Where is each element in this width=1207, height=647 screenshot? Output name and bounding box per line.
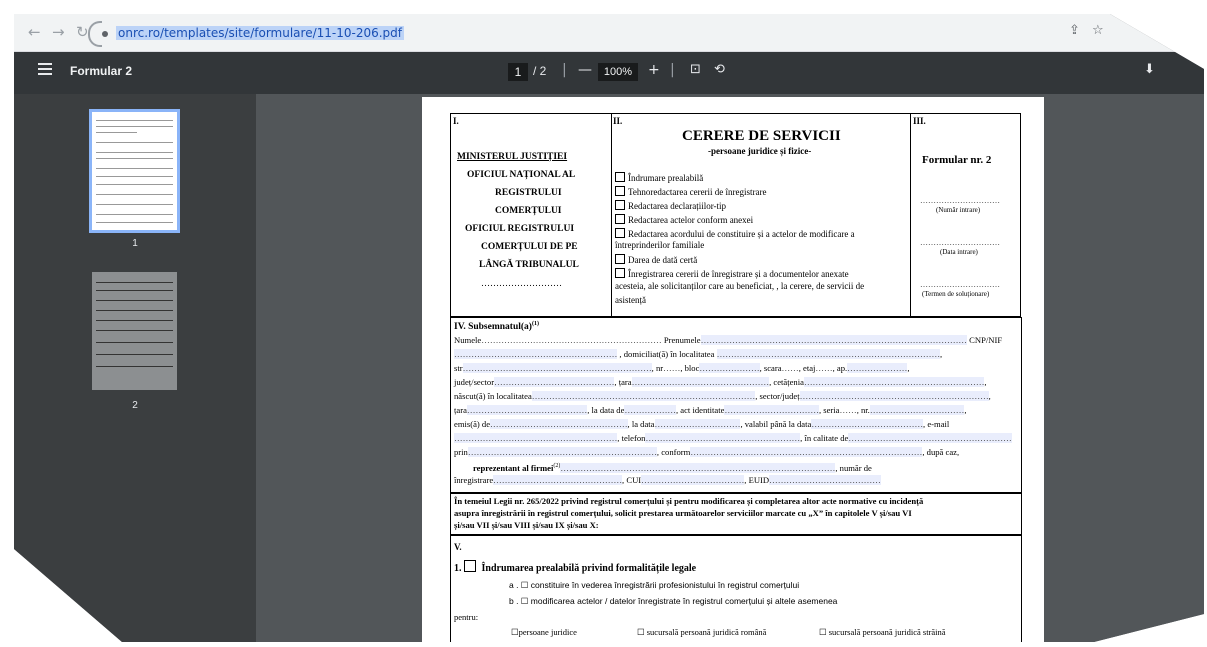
site-info-icon[interactable]	[102, 30, 108, 37]
checkbox-icon[interactable]	[615, 172, 625, 182]
item-1b[interactable]: b . ☐ modificarea actelor / datelor înre…	[509, 596, 837, 607]
zoom-in-button[interactable]: +	[648, 62, 660, 78]
service-item-7-cont2: asistență	[615, 295, 646, 305]
for-label: pentru:	[454, 612, 479, 622]
pdf-toolbar: Formular 2 1 / 2 | — 100% + | ⊡ ⟲ ⬇	[14, 52, 1204, 94]
url-text: onrc.ro/templates/site/formulare/11-10-2…	[116, 26, 405, 40]
bookmark-star-icon[interactable]: ☆	[1092, 23, 1104, 38]
person-line-10: reprezentant al firmei(2)…………………………………………	[473, 462, 872, 473]
person-line-1: Numele……………………………………………………… Prenumele…………	[454, 335, 1003, 345]
person-line-8: …………………………………………………, telefon…………………………………	[454, 433, 1012, 443]
service-item-7: Înregistrarea cererii de înregistrare și…	[628, 269, 849, 279]
download-icon[interactable]: ⬇	[1144, 62, 1155, 77]
office-line-6: LÂNGĂ TRIBUNALUL	[479, 260, 579, 270]
section-v-box: V. 1. Îndrumarea prealabilă privind form…	[450, 535, 1022, 642]
legal-basis-box: În temeiul Legii nr. 265/2022 privind re…	[450, 493, 1022, 535]
entry-date-label: (Data intrare)	[940, 248, 978, 256]
office-line-1: OFICIUL NAȚIONAL AL	[467, 170, 576, 180]
office-line-5: COMERȚULUI DE PE	[481, 242, 578, 252]
legal-text-line-1: În temeiul Legii nr. 265/2022 privind re…	[454, 496, 924, 506]
checkbox-icon[interactable]	[615, 254, 625, 264]
share-icon[interactable]: ⇪	[1069, 23, 1080, 38]
person-line-5: născut(ă) în localitatea……………………………………………	[454, 391, 991, 401]
address-bar-area: ← → ↻ onrc.ro/templates/site/formulare/1…	[14, 14, 1204, 52]
office-line-4: OFICIUL REGISTRULUI	[465, 224, 575, 234]
menu-icon[interactable]	[38, 63, 52, 78]
thumbnail-label-2: 2	[132, 400, 138, 411]
service-item-4: Redactarea actelor conform anexei	[628, 215, 754, 225]
section-iii-number: III.	[913, 116, 926, 126]
page-thumbnail-1[interactable]	[89, 109, 180, 233]
office-line-3: COMERȚULUI	[495, 206, 562, 216]
ministry-name: MINISTERUL JUSTIȚIEI	[457, 152, 568, 162]
url-field[interactable]: onrc.ro/templates/site/formulare/11-10-2…	[88, 21, 405, 47]
section-ii-box: II. CERERE DE SERVICII -persoane juridic…	[610, 113, 911, 317]
person-line-4: județ/sector……………………………………, țara………………………	[454, 377, 987, 387]
person-line-9: prin…………………………………………………………, conform………………	[454, 447, 960, 457]
arrow-right-icon[interactable]: →	[52, 23, 65, 41]
item-1a[interactable]: a . ☐ constituire în vederea înregistrăr…	[509, 580, 799, 591]
page-thumbnail-2[interactable]	[92, 272, 177, 390]
office-line-2: REGISTRULUI	[495, 188, 562, 198]
section-i-number: I.	[453, 116, 459, 126]
pdf-page: I. MINISTERUL JUSTIȚIEI OFICIUL NAȚIONAL…	[422, 97, 1044, 642]
toolbar-divider: |	[562, 62, 567, 78]
form-number: Formular nr. 2	[922, 154, 992, 166]
item-1-number: 1.	[454, 563, 462, 574]
checkbox-icon[interactable]	[615, 200, 625, 210]
thumbnail-label-1: 1	[132, 238, 138, 249]
toolbar-divider: |	[670, 62, 675, 78]
browser-window: ← → ↻ onrc.ro/templates/site/formulare/1…	[14, 14, 1204, 642]
person-line-3: str…………………………………………………………, nr……, bloc…………	[454, 363, 910, 373]
service-item-1: Îndrumare prealabilă	[628, 173, 704, 183]
checkbox-icon[interactable]	[615, 268, 625, 278]
section-iv-title: IV. Subsemnatul(a)	[454, 322, 532, 333]
person-line-7: emis(ă) de…………………………………………, la data………………	[454, 419, 950, 429]
person-line-6: țara……………………………………, la data de………………, ac…	[454, 405, 967, 415]
entity-type-1[interactable]: ☐persoane juridice	[511, 627, 577, 638]
entity-type-2[interactable]: ☐ sucursală persoană juridică română	[637, 627, 766, 638]
pdf-viewport: I. MINISTERUL JUSTIȚIEI OFICIUL NAȚIONAL…	[256, 94, 1204, 642]
thumbnail-sidebar: 1 2	[14, 94, 256, 642]
court-name-dots: ………………………	[481, 278, 562, 288]
form-subtitle: -persoane juridice și fizice-	[708, 146, 812, 156]
section-v-number: V.	[454, 542, 462, 552]
checkbox-icon[interactable]	[464, 560, 476, 572]
service-item-2: Tehnoredactarea cererii de înregistrare	[628, 187, 767, 197]
legal-text-line-2: asupra înregistrării în registrul comerț…	[454, 508, 912, 518]
person-line-2: ………………………………………………… , domiciliat(ă) în l…	[454, 349, 943, 359]
reload-icon[interactable]: ↻	[76, 23, 89, 41]
fit-page-icon[interactable]: ⊡	[690, 62, 701, 77]
resolution-term-label: (Termen de soluționare)	[922, 290, 990, 298]
service-item-6: Darea de dată certă	[628, 255, 698, 265]
section-i-box: I. MINISTERUL JUSTIȚIEI OFICIUL NAȚIONAL…	[450, 113, 612, 317]
form-title: CERERE DE SERVICII	[682, 128, 841, 144]
entry-number-label: (Număr intrare)	[936, 206, 981, 214]
document-title: Formular 2	[70, 64, 133, 78]
service-item-5: Redactarea acordului de constituire și a…	[628, 229, 855, 239]
section-ii-number: II.	[613, 116, 623, 126]
page-number-input[interactable]: 1	[508, 63, 528, 81]
service-item-5-cont: întreprinderilor familiale	[615, 240, 705, 250]
zoom-out-button[interactable]: —	[578, 62, 592, 78]
checkbox-icon[interactable]	[615, 214, 625, 224]
checkbox-icon[interactable]	[615, 228, 625, 238]
service-item-3: Redactarea declarațiilor-tip	[628, 201, 727, 211]
page-count: / 2	[533, 64, 547, 78]
entity-type-3[interactable]: ☐ sucursală persoană juridică străină	[819, 627, 946, 638]
item-1-title: Îndrumarea prealabilă privind formalităț…	[481, 563, 697, 574]
arrow-left-icon[interactable]: ←	[28, 23, 41, 41]
service-item-7-cont: acesteia, ale solicitanților care au ben…	[615, 281, 865, 291]
url-pill-edge	[88, 21, 102, 47]
person-line-11: înregistrare………………………………………, CUI………………………	[454, 475, 881, 485]
section-iv-box: IV. Subsemnatul(a)(1) Numele…………………………………	[450, 317, 1022, 493]
checkbox-icon[interactable]	[615, 186, 625, 196]
section-iii-box: III. Formular nr. 2 ………………………… (Număr in…	[910, 113, 1021, 317]
footnote-1: (1)	[531, 321, 539, 327]
rotate-icon[interactable]: ⟲	[714, 62, 725, 77]
zoom-input[interactable]: 100%	[598, 63, 638, 81]
legal-text-line-3: și/sau VII și/sau VIII și/sau IX și/sau …	[454, 520, 599, 530]
